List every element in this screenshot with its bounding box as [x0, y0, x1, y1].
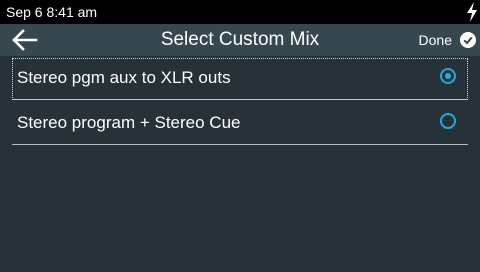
- status-bar: Sep 6 8:41 am: [0, 0, 480, 24]
- done-button[interactable]: Done: [419, 24, 476, 56]
- page-title: Select Custom Mix: [160, 29, 320, 50]
- check-circle-icon: [460, 32, 476, 48]
- mix-option-item[interactable]: Stereo program + Stereo Cue: [12, 103, 468, 145]
- status-time: Sep 6 8:41 am: [6, 4, 98, 20]
- radio-unselected-icon[interactable]: [440, 113, 456, 129]
- app-bar: Select Custom Mix Done: [0, 24, 480, 56]
- mix-option-list: Stereo pgm aux to XLR outs Stereo progra…: [12, 58, 468, 145]
- radio-selected-icon[interactable]: [440, 68, 456, 84]
- mix-option-label: Stereo pgm aux to XLR outs: [17, 68, 231, 87]
- bolt-icon: [467, 2, 477, 22]
- mix-option-label: Stereo program + Stereo Cue: [17, 113, 241, 132]
- arrow-left-icon[interactable]: [10, 29, 38, 51]
- mix-option-item[interactable]: Stereo pgm aux to XLR outs: [12, 58, 468, 100]
- done-label: Done: [418, 32, 452, 48]
